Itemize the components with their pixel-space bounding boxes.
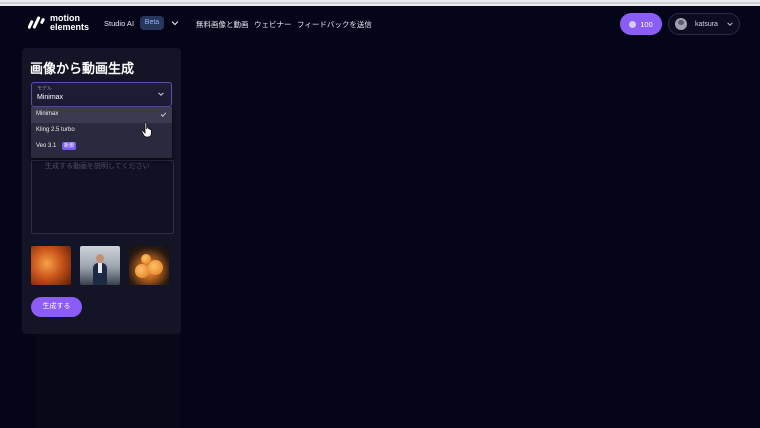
sample-image-fire[interactable] [31, 246, 71, 285]
top-header: motion elements Studio AI Beta 無料画像と動画 ウ… [0, 6, 760, 44]
chevron-down-icon[interactable] [170, 18, 180, 28]
new-badge: 新規 [62, 142, 76, 150]
nav-webinar[interactable]: ウェビナー [254, 19, 292, 30]
credits-button[interactable]: 100 [620, 13, 662, 35]
chevron-down-icon [158, 92, 164, 96]
browser-scroll-bar [0, 2, 760, 4]
model-select-label: モデル [37, 86, 53, 92]
logo-text: motion elements [50, 14, 89, 32]
nav-feedback[interactable]: フィードバックを送信 [297, 19, 372, 30]
logo-line-2: elements [50, 22, 90, 32]
person-figure [93, 254, 107, 285]
credits-count: 100 [640, 19, 653, 29]
motion-elements-logo[interactable]: motion elements [28, 14, 89, 32]
hand-cursor-icon [141, 122, 152, 138]
sample-image-oranges[interactable] [129, 246, 169, 285]
prompt-textarea[interactable]: 生成する動画を説明してください [31, 160, 174, 234]
beta-badge: Beta [140, 16, 164, 30]
model-select-value: Minimax [37, 94, 64, 101]
nav-studio-ai[interactable]: Studio AI [104, 19, 134, 28]
model-select[interactable]: モデル Minimax [31, 82, 172, 107]
avatar [675, 18, 687, 30]
generate-button[interactable]: 生成する [31, 297, 82, 317]
logo-mark-icon [28, 16, 45, 29]
username: katsura [695, 20, 718, 28]
prompt-placeholder: 生成する動画を説明してください [45, 163, 150, 170]
option-label: Veo 3.1 [36, 143, 57, 149]
check-icon [160, 112, 167, 117]
image-to-video-panel: 画像から動画生成 モデル Minimax 生成する動画を説明してください Min… [22, 48, 181, 334]
model-option-veo[interactable]: Veo 3.1 新規 [31, 139, 172, 155]
option-label: Minimax [36, 111, 59, 117]
chevron-down-icon [727, 22, 733, 26]
page-title: 画像から動画生成 [30, 61, 135, 76]
user-menu[interactable]: katsura [668, 13, 740, 35]
nav-free-media[interactable]: 無料画像と動画 [196, 19, 249, 30]
sample-image-businessman[interactable] [80, 246, 120, 285]
option-label: Kling 2.5 turbo [36, 127, 75, 133]
credit-coin-icon [629, 20, 637, 28]
panel-backdrop [36, 334, 180, 428]
model-option-minimax[interactable]: Minimax [31, 107, 172, 123]
